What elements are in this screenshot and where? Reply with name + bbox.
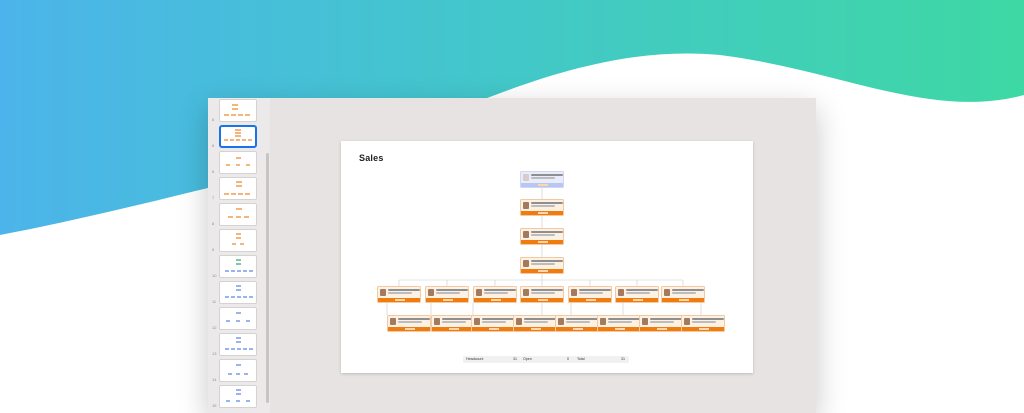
slide-thumbnail[interactable]: 12 [208, 307, 266, 331]
slide-number: 9 [212, 247, 215, 252]
org-card-manager[interactable] [425, 286, 469, 303]
slide-thumbnail[interactable]: 6 [208, 99, 266, 123]
org-card-manager[interactable] [568, 286, 612, 303]
slide-number: 8 [212, 221, 215, 226]
slide-number: 13 [212, 351, 217, 356]
org-card-sales-rep[interactable] [431, 315, 475, 332]
slide-preview [219, 99, 257, 122]
slide-preview [219, 333, 257, 356]
slide-thumbnail[interactable]: 7 [208, 177, 266, 201]
slide[interactable]: Sales Headcount 31 Open 0 Total 31 [341, 141, 753, 373]
slide-thumbnail[interactable]: 15 [208, 385, 266, 409]
slide-number: 15 [212, 403, 217, 408]
org-card-director[interactable] [520, 257, 564, 274]
avatar [600, 318, 606, 325]
org-card-sales-rep[interactable] [681, 315, 725, 332]
headcount-label: Headcount [466, 357, 484, 361]
slide-thumbnail-selected[interactable]: 6 [208, 125, 266, 149]
org-card-sales-rep[interactable] [555, 315, 599, 332]
avatar [664, 289, 670, 296]
org-card-manager[interactable] [615, 286, 659, 303]
slide-thumbnail[interactable]: 6 [208, 151, 266, 175]
avatar [523, 174, 529, 181]
org-card-sales-rep[interactable] [597, 315, 641, 332]
org-card-sales-rep[interactable] [639, 315, 683, 332]
org-card-manager[interactable] [377, 286, 421, 303]
slide-number: 11 [212, 299, 217, 304]
slide-number: 6 [212, 143, 215, 148]
slide-preview [219, 229, 257, 252]
slide-preview [219, 177, 257, 200]
slide-preview [219, 385, 257, 408]
avatar [380, 289, 386, 296]
slide-thumbnail[interactable]: 9 [208, 229, 266, 253]
org-card-open-position[interactable] [520, 171, 564, 188]
org-card-sales-rep[interactable] [513, 315, 557, 332]
avatar [390, 318, 396, 325]
slide-preview [219, 203, 257, 226]
slide-navigator[interactable]: 6 6 6 7 8 9 10 11 12 13 14 15 [208, 98, 271, 413]
slide-thumbnail[interactable]: 14 [208, 359, 266, 383]
avatar [571, 289, 577, 296]
avatar [523, 289, 529, 296]
headcount-value: 31 [513, 357, 517, 361]
slide-thumbnail[interactable]: 11 [208, 281, 266, 305]
avatar [523, 231, 529, 238]
slide-number: 7 [212, 195, 215, 200]
slide-thumbnail[interactable]: 8 [208, 203, 266, 227]
slide-preview [219, 281, 257, 304]
org-card-manager[interactable] [473, 286, 517, 303]
avatar [474, 318, 480, 325]
org-card-sales-rep[interactable] [471, 315, 515, 332]
total-label: Total [577, 357, 585, 361]
total-value: 31 [621, 357, 625, 361]
headcount-summary: Headcount 31 Open 0 Total 31 [463, 356, 629, 363]
slide-number: 6 [212, 169, 215, 174]
avatar [558, 318, 564, 325]
avatar [523, 202, 529, 209]
slide-preview [219, 255, 257, 278]
presentation-app-window: 6 6 6 7 8 9 10 11 12 13 14 15 Sales Head… [208, 98, 816, 413]
org-card-manager[interactable] [520, 286, 564, 303]
avatar [428, 289, 434, 296]
avatar [476, 289, 482, 296]
slide-thumbnail[interactable]: 13 [208, 333, 266, 357]
org-card-sales-rep[interactable] [387, 315, 431, 332]
slide-canvas: Sales Headcount 31 Open 0 Total 31 [270, 98, 816, 413]
slide-number: 14 [212, 377, 217, 382]
slide-thumbnail[interactable]: 10 [208, 255, 266, 279]
org-card-ceo[interactable] [520, 199, 564, 216]
slide-number: 12 [212, 325, 217, 330]
avatar [434, 318, 440, 325]
sidebar-scrollbar[interactable] [266, 153, 269, 403]
avatar [684, 318, 690, 325]
avatar [516, 318, 522, 325]
open-label: Open [523, 357, 532, 361]
slide-preview [219, 359, 257, 382]
org-card-vp-sales[interactable] [520, 228, 564, 245]
avatar [618, 289, 624, 296]
slide-number: 10 [212, 273, 217, 278]
slide-preview [219, 307, 257, 330]
slide-number: 6 [212, 117, 215, 122]
slide-preview [219, 125, 257, 148]
open-value: 0 [567, 357, 569, 361]
avatar [642, 318, 648, 325]
org-card-manager[interactable] [661, 286, 705, 303]
avatar [523, 260, 529, 267]
slide-preview [219, 151, 257, 174]
